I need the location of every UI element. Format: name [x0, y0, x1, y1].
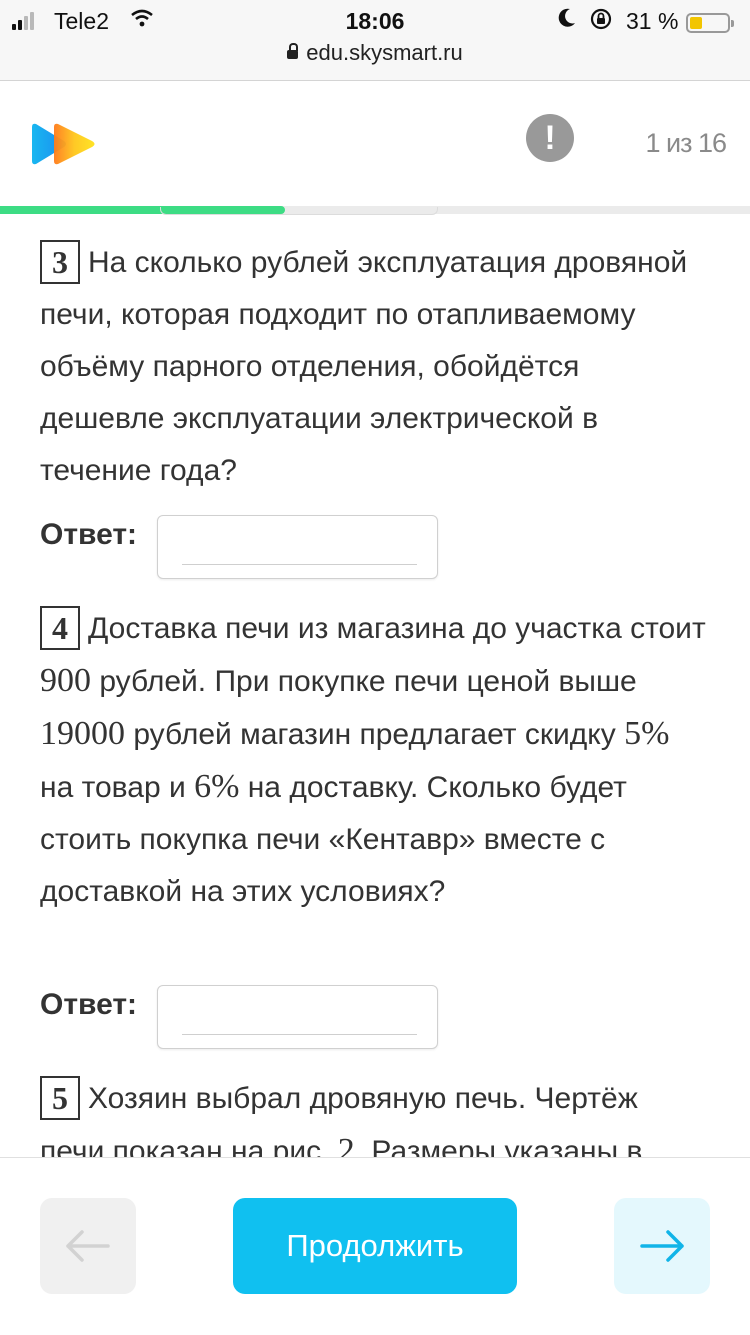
- math-value: 900: [40, 662, 91, 699]
- task-number: 4: [40, 606, 80, 650]
- previous-button[interactable]: [40, 1198, 136, 1294]
- task-4: 4 Доставка печи из магазина до участка ст…: [40, 603, 710, 918]
- task-3: 3 На сколько рублей эксплуатация дровяной…: [40, 237, 710, 497]
- task-text-part: рублей магазин предлагает скидку: [125, 718, 625, 751]
- task-number: 5: [40, 1076, 80, 1120]
- task-number: 3: [40, 240, 80, 284]
- answer-input[interactable]: [157, 985, 438, 1049]
- next-button[interactable]: [614, 1198, 710, 1294]
- task-content: 3 На сколько рублей эксплуатация дровяной…: [0, 215, 750, 1157]
- rotation-lock-icon: [589, 7, 613, 37]
- arrow-right-icon: [640, 1230, 684, 1262]
- task-text-part: . Размеры указаны в: [354, 1135, 643, 1157]
- math-value: 6%: [194, 768, 240, 805]
- task-text: На сколько рублей эксплуатация дровяной …: [40, 246, 688, 487]
- task-5: 5 Хозяин выбрал дровяную печь. Чертёж печ…: [40, 1073, 710, 1157]
- battery-icon: [686, 13, 734, 33]
- task-text-part: Доставка печи из магазина до участка сто…: [88, 612, 706, 645]
- progress-tab: [160, 207, 438, 215]
- report-problem-icon[interactable]: !: [526, 114, 574, 162]
- battery-percent: 31 %: [626, 8, 679, 34]
- status-bar: Tele2 18:06 31 % edu.skysmart.ru: [0, 0, 750, 81]
- arrow-left-icon: [66, 1230, 110, 1262]
- continue-button[interactable]: Продолжить: [233, 1198, 517, 1294]
- url-text: edu.skysmart.ru: [306, 40, 463, 65]
- do-not-disturb-icon: [557, 7, 577, 35]
- lock-icon: [287, 43, 299, 59]
- task-counter: 1 из 16: [645, 128, 727, 158]
- skysmart-logo: [32, 123, 95, 165]
- task-text-part: рублей. При покупке печи ценой выше: [91, 665, 637, 698]
- answer-label: Ответ:: [40, 988, 138, 1021]
- answer-input[interactable]: [157, 515, 438, 579]
- bottom-navigation: Продолжить: [0, 1157, 750, 1335]
- math-value: 19000: [40, 715, 125, 752]
- task-text-part: на товар и: [40, 771, 195, 804]
- math-value: 5%: [624, 715, 670, 752]
- math-value: 2: [337, 1132, 355, 1157]
- address-bar[interactable]: edu.skysmart.ru: [0, 40, 750, 66]
- answer-label: Ответ:: [40, 518, 138, 551]
